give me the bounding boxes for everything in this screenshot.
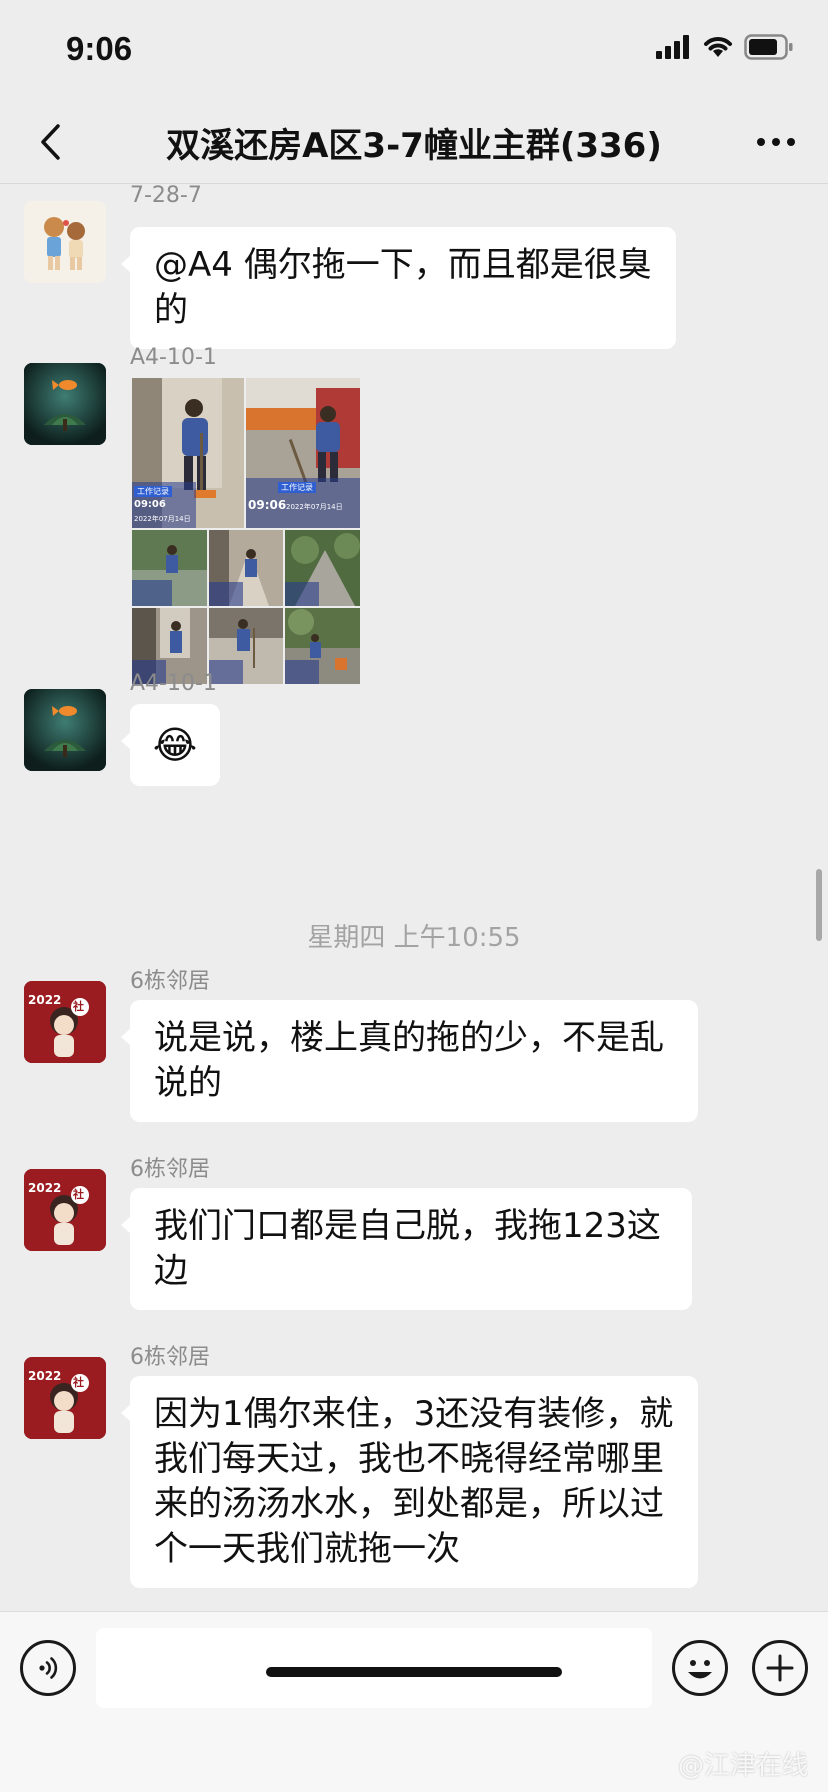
more-button[interactable]	[746, 116, 806, 168]
scrollbar-thumb[interactable]	[816, 869, 822, 941]
photo-date: 2022年07月14日	[134, 515, 191, 523]
voice-icon	[39, 1657, 58, 1679]
chat-title: 双溪还房A区3-7幢业主群(336)	[166, 126, 662, 166]
message-bubble[interactable]: 说是说，楼上真的拖的少，不是乱说的	[121, 1000, 698, 1122]
message-bubble[interactable]: 我们门口都是自己脱，我拖123这边	[121, 1188, 692, 1310]
voice-button[interactable]	[20, 1640, 76, 1696]
photo-label: 工作记录	[278, 482, 316, 493]
sender-name: 6栋邻居	[130, 1157, 210, 1182]
signal-icon	[656, 35, 689, 59]
sender-name: 6栋邻居	[130, 969, 210, 994]
avatar-glyph: 社	[73, 1376, 84, 1389]
plus-icon	[766, 1654, 794, 1682]
image-collage[interactable]: 工作记录 09:06 2022年07月14日 工作记录 09:06 2022年0…	[132, 378, 360, 684]
avatar-year: 2022	[28, 1369, 62, 1383]
photo-time: 09:06	[248, 498, 287, 512]
avatar-glyph: 社	[73, 1000, 84, 1013]
message-bubble[interactable]: 因为1偶尔来住，3还没有装修，就我们每天过，我也不晓得经常哪里来的汤汤水水，到处…	[121, 1376, 698, 1588]
avatar-year: 2022	[28, 1181, 62, 1195]
avatar[interactable]: 2022 社	[24, 1357, 106, 1439]
avatar[interactable]: 2022 社	[24, 981, 106, 1063]
message-list[interactable]: 7-28-7 @A4 偶尔拖一下，而且都是很臭的 A4-10-1 工作记录 09…	[0, 185, 828, 1611]
battery-icon	[744, 34, 793, 60]
photo-thumbnail[interactable]: 工作记录 09:06 2022年07月14日	[246, 378, 360, 528]
photo-label: 工作记录	[134, 486, 172, 497]
avatar[interactable]	[24, 363, 106, 445]
sender-name: A4-10-1	[130, 345, 217, 370]
sender-name: A4-10-1	[130, 671, 217, 696]
watermark: @江津在线	[677, 1751, 808, 1781]
time-divider: 星期四 上午10:55	[307, 923, 521, 953]
emoji-bubble[interactable]: 😂	[121, 704, 220, 786]
photo-thumbnail[interactable]: 工作记录 09:06 2022年07月14日	[132, 378, 244, 528]
plus-button[interactable]	[752, 1640, 808, 1696]
status-time: 9:06	[66, 30, 133, 67]
avatar[interactable]: 2022 社	[24, 1169, 106, 1251]
photo-thumbnail[interactable]	[209, 530, 283, 606]
photo-thumbnail[interactable]	[132, 530, 207, 606]
sender-name: 7-28-7	[130, 185, 202, 208]
status-bar: 9:06	[0, 0, 828, 100]
avatar-glyph: 社	[73, 1188, 84, 1201]
emoji-button[interactable]	[672, 1640, 728, 1696]
photo-time: 09:06	[134, 499, 166, 510]
avatar[interactable]	[24, 201, 106, 283]
photo-thumbnail[interactable]	[285, 530, 360, 606]
avatar-year: 2022	[28, 993, 62, 1007]
more-icon	[757, 138, 795, 146]
home-indicator	[266, 1667, 562, 1677]
back-button[interactable]	[24, 116, 76, 168]
emoji-icon	[688, 1660, 712, 1679]
back-icon	[41, 124, 60, 160]
photo-thumbnail[interactable]	[285, 608, 360, 684]
nav-bar: 双溪还房A区3-7幢业主群(336)	[0, 100, 828, 184]
status-icons	[656, 34, 794, 60]
avatar[interactable]	[24, 689, 106, 771]
message-bubble[interactable]: @A4 偶尔拖一下，而且都是很臭的	[121, 227, 676, 349]
wifi-icon	[704, 37, 732, 57]
sender-name: 6栋邻居	[130, 1345, 210, 1370]
photo-date: 2022年07月14日	[286, 503, 343, 511]
photo-thumbnail[interactable]	[209, 608, 283, 684]
